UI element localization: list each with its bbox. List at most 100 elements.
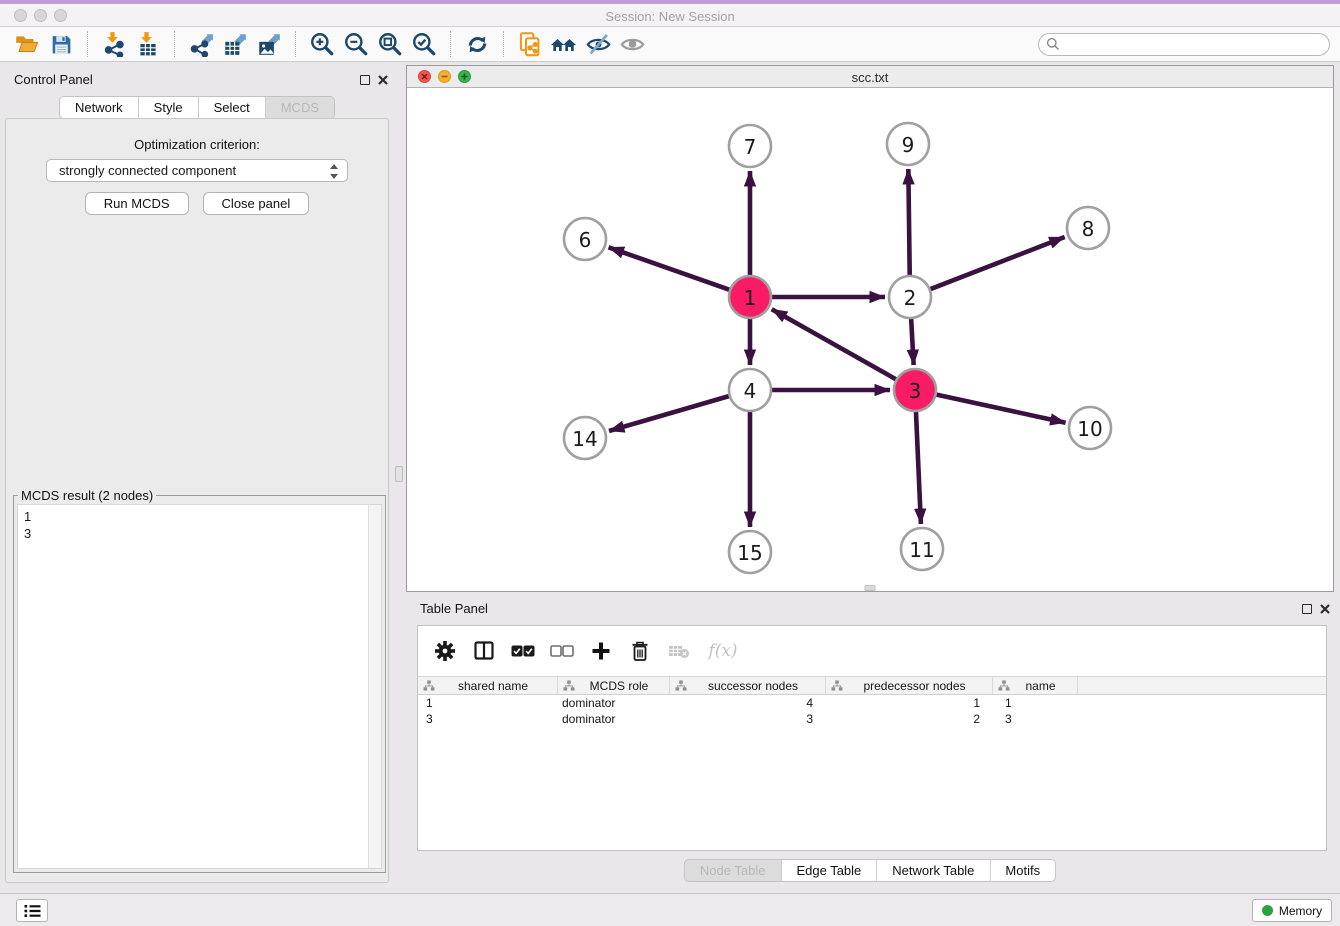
- tab-style[interactable]: Style: [139, 97, 199, 118]
- node-8[interactable]: 8: [1067, 207, 1109, 249]
- node-2[interactable]: 2: [889, 276, 931, 318]
- column-header-shared-name[interactable]: shared name: [418, 677, 558, 694]
- hierarchy-icon: [563, 680, 575, 691]
- close-panel-button[interactable]: Close panel: [203, 192, 310, 215]
- node-6[interactable]: 6: [564, 218, 606, 260]
- network-window-titlebar[interactable]: scc.txt: [407, 66, 1333, 88]
- tab-network-table[interactable]: Network Table: [877, 860, 990, 881]
- import-network-icon[interactable]: [97, 29, 131, 59]
- tab-select[interactable]: Select: [199, 97, 266, 118]
- zoom-in-icon[interactable]: [305, 29, 339, 59]
- edge-3-11[interactable]: [916, 412, 921, 524]
- settings-gear-icon[interactable]: [433, 639, 457, 663]
- export-table-icon[interactable]: [218, 29, 252, 59]
- mcds-result-text: 1 3: [24, 508, 31, 542]
- node-15[interactable]: 15: [729, 531, 771, 573]
- show-all-icon[interactable]: [615, 29, 649, 59]
- open-folder-icon: [14, 31, 40, 57]
- run-mcds-button[interactable]: Run MCDS: [85, 192, 189, 215]
- node-7[interactable]: 7: [729, 125, 771, 167]
- cell-successor-nodes[interactable]: 3: [670, 711, 826, 727]
- toolbar-separator: [503, 31, 504, 57]
- memory-button[interactable]: Memory: [1252, 899, 1332, 922]
- mcds-result-area[interactable]: 1 3: [17, 504, 382, 869]
- refresh-icon[interactable]: [460, 29, 494, 59]
- save-session-icon[interactable]: [44, 29, 78, 59]
- node-14[interactable]: 14: [564, 417, 606, 459]
- edge-1-6[interactable]: [609, 247, 730, 289]
- table-row[interactable]: 3dominator323: [418, 711, 1326, 727]
- column-header-successor-nodes[interactable]: successor nodes: [670, 677, 826, 694]
- fx-label: f(x): [708, 641, 737, 661]
- edge-4-14[interactable]: [609, 396, 729, 431]
- zoom-selected-icon[interactable]: [407, 29, 441, 59]
- hide-selected-icon[interactable]: [581, 29, 615, 59]
- node-9[interactable]: 9: [887, 123, 929, 165]
- tab-node-table[interactable]: Node Table: [685, 860, 782, 881]
- search-input[interactable]: [1060, 35, 1329, 54]
- table-panel-tabs: Node TableEdge TableNetwork TableMotifs: [684, 859, 1056, 882]
- node-4[interactable]: 4: [729, 369, 771, 411]
- float-table-panel-icon[interactable]: [1302, 604, 1312, 614]
- close-panel-icon[interactable]: [377, 74, 389, 86]
- network-canvas[interactable]: 7 9 6 8 1 2 4 3 14 10 15 11: [407, 88, 1333, 591]
- node-3[interactable]: 3: [894, 369, 936, 411]
- node-label: 15: [737, 541, 762, 565]
- dropdown-stepper-icon: [329, 163, 339, 180]
- splitter-grip[interactable]: [865, 585, 876, 591]
- hierarchy-icon: [998, 680, 1010, 691]
- import-table-icon[interactable]: [131, 29, 165, 59]
- close-table-panel-icon[interactable]: [1319, 603, 1331, 615]
- cell-predecessor-nodes[interactable]: 1: [826, 695, 993, 711]
- export-network-icon[interactable]: [184, 29, 218, 59]
- tab-mcds[interactable]: MCDS: [266, 97, 334, 118]
- cell-name[interactable]: 1: [993, 695, 1078, 711]
- add-column-icon[interactable]: [589, 639, 613, 663]
- result-scrollbar[interactable]: [368, 505, 381, 868]
- tab-edge-table[interactable]: Edge Table: [781, 860, 877, 881]
- function-builder-icon: f(x): [706, 639, 740, 663]
- edge-3-10[interactable]: [936, 395, 1065, 423]
- table-row[interactable]: 1dominator411: [418, 695, 1326, 711]
- edge-2-8[interactable]: [931, 237, 1065, 289]
- status-bar: Memory: [0, 893, 1340, 926]
- criterion-dropdown[interactable]: strongly connected component: [46, 159, 348, 182]
- cell-shared-name[interactable]: 3: [418, 711, 558, 727]
- cell-name[interactable]: 3: [993, 711, 1078, 727]
- toolbar-separator: [295, 31, 296, 57]
- cell-MCDS-role[interactable]: dominator: [558, 695, 670, 711]
- edge-2-3[interactable]: [911, 319, 913, 365]
- zoom-fit-icon[interactable]: [373, 29, 407, 59]
- tab-motifs[interactable]: Motifs: [990, 860, 1055, 881]
- edge-2-9[interactable]: [908, 169, 909, 275]
- mcds-result-fieldset: MCDS result (2 nodes) 1 3: [13, 495, 386, 873]
- task-history-button[interactable]: [16, 899, 48, 922]
- zoom-out-icon[interactable]: [339, 29, 373, 59]
- cell-MCDS-role[interactable]: dominator: [558, 711, 670, 727]
- node-10[interactable]: 10: [1069, 407, 1111, 449]
- node-11[interactable]: 11: [901, 528, 943, 570]
- column-header-MCDS-role[interactable]: MCDS role: [558, 677, 670, 694]
- column-header-predecessor-nodes[interactable]: predecessor nodes: [826, 677, 993, 694]
- network-from-selection-icon[interactable]: [513, 29, 547, 59]
- select-all-icon[interactable]: [511, 639, 535, 663]
- network-window: scc.txt 7 9 6 8 1 2 4 3 14 10 15 11: [406, 65, 1334, 592]
- cell-shared-name[interactable]: 1: [418, 695, 558, 711]
- tab-network[interactable]: Network: [60, 97, 139, 118]
- float-panel-icon[interactable]: [360, 75, 370, 85]
- delete-column-icon[interactable]: [628, 639, 652, 663]
- node-label: 11: [909, 538, 934, 562]
- column-header-name[interactable]: name: [993, 677, 1078, 694]
- open-session-icon[interactable]: [10, 29, 44, 59]
- node-label: 1: [744, 286, 757, 310]
- cell-successor-nodes[interactable]: 4: [670, 695, 826, 711]
- search-box[interactable]: [1038, 33, 1330, 56]
- edge-3-1[interactable]: [772, 309, 896, 379]
- export-image-icon[interactable]: [252, 29, 286, 59]
- first-neighbors-icon[interactable]: [547, 29, 581, 59]
- split-panel-icon[interactable]: [472, 639, 496, 663]
- node-1[interactable]: 1: [729, 276, 771, 318]
- splitter-grip[interactable]: [395, 466, 403, 482]
- deselect-all-icon[interactable]: [550, 639, 574, 663]
- cell-predecessor-nodes[interactable]: 2: [826, 711, 993, 727]
